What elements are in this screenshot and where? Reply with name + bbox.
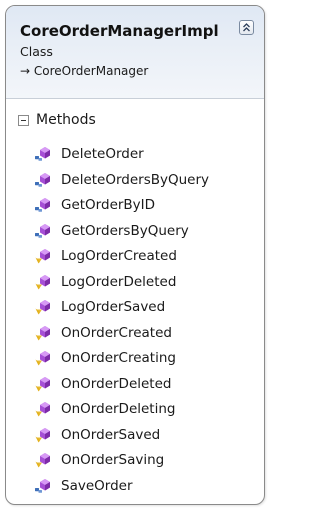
method-name: DeleteOrdersByQuery [61,171,210,188]
protected-method-icon [34,426,52,444]
class-shape[interactable]: CoreOrderManagerImpl Class → CoreOrderMa… [5,5,265,505]
method-name: OnOrderSaving [61,452,165,468]
base-class-label: → CoreOrderManager [20,64,149,78]
method-name: LogOrderCreated [61,248,177,264]
method-name: LogOrderDeleted [61,273,177,290]
class-name: CoreOrderManagerImpl [20,22,219,40]
method-item[interactable]: GetOrderByID [6,193,264,219]
protected-method-icon [34,349,52,367]
method-name: OnOrderSaved [61,426,161,443]
method-item[interactable]: OnOrderDeleted [6,372,264,398]
method-item[interactable]: OnOrderCreated [6,321,264,347]
method-name: OnOrderCreated [61,324,172,341]
methods-section-header[interactable]: Methods [6,110,264,134]
protected-method-icon [34,273,52,291]
method-name: OnOrderCreating [61,350,176,366]
method-item[interactable]: GetOrdersByQuery [6,219,264,245]
method-item[interactable]: LogOrderCreated [6,244,264,270]
collapse-minus-icon[interactable] [18,115,29,126]
collapse-chevrons-icon[interactable] [239,20,254,35]
protected-method-icon [34,400,52,418]
methods-section-label: Methods [36,112,96,128]
method-name: GetOrdersByQuery [61,222,189,239]
method-item[interactable]: DeleteOrdersByQuery [6,168,264,194]
protected-method-icon [34,451,52,469]
method-item[interactable]: OnOrderSaving [6,448,264,474]
method-item[interactable]: SaveOrder [6,474,264,500]
public-method-icon [34,222,52,240]
public-method-icon [34,477,52,495]
protected-method-icon [34,375,52,393]
class-stereotype: Class [20,44,53,59]
method-name: DeleteOrder [61,146,144,162]
method-name: SaveOrder [61,477,133,494]
class-header: CoreOrderManagerImpl Class → CoreOrderMa… [6,6,264,99]
method-item[interactable]: OnOrderSaved [6,423,264,449]
method-item[interactable]: DeleteOrder [6,142,264,168]
protected-method-icon [34,247,52,265]
method-name: OnOrderDeleted [61,375,172,392]
public-method-icon [34,171,52,189]
method-item[interactable]: LogOrderSaved [6,295,264,321]
protected-method-icon [34,324,52,342]
method-name: LogOrderSaved [61,299,166,315]
public-method-icon [34,145,52,163]
method-name: GetOrderByID [61,197,156,213]
method-list: DeleteOrder DeleteOrdersByQuery GetOrderBy… [6,142,264,499]
method-item[interactable]: OnOrderDeleting [6,397,264,423]
method-item[interactable]: LogOrderDeleted [6,270,264,296]
public-method-icon [34,196,52,214]
method-name: OnOrderDeleting [61,401,176,417]
protected-method-icon [34,298,52,316]
method-item[interactable]: OnOrderCreating [6,346,264,372]
